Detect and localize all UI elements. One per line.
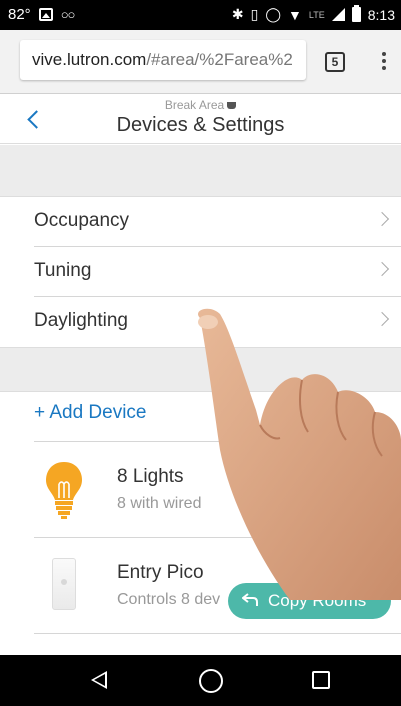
tab-switcher-button[interactable]: 5: [325, 52, 345, 72]
browser-toolbar: vive.lutron.com/#area/%2Farea%2 5: [0, 30, 401, 94]
image-notification-icon: [38, 8, 53, 21]
copy-rooms-label: Copy Rooms: [268, 591, 367, 610]
settings-item-label: Daylighting: [34, 310, 128, 331]
system-navigation-bar: [0, 655, 401, 706]
device-description: Controls 8 dev: [117, 591, 221, 608]
url-path: /#area/%2Farea%2: [146, 50, 293, 69]
browser-menu-icon[interactable]: [376, 52, 392, 74]
address-bar[interactable]: vive.lutron.com/#area/%2Farea%2: [20, 40, 306, 80]
vibrate-icon: ▯: [250, 6, 259, 22]
copy-rooms-button[interactable]: Copy Rooms: [228, 583, 391, 619]
bluetooth-icon: ✱: [231, 6, 244, 22]
device-item-lights[interactable]: 8 Lights 8 with wired: [0, 442, 401, 538]
voicemail-icon: ○○: [60, 7, 76, 22]
system-home-icon[interactable]: [199, 669, 223, 693]
settings-item-label: Occupancy: [34, 210, 130, 231]
status-bar: 82° ○○ ✱ ▯ ◯ ▼ LTE 8:13: [0, 0, 401, 30]
area-name: Break Area: [164, 98, 225, 112]
cell-signal-icon: [331, 8, 345, 21]
wifi-icon: ▼: [288, 6, 302, 23]
page-title: Devices & Settings: [116, 114, 285, 136]
coffee-cup-icon: [227, 102, 237, 109]
device-description: 8 with wired: [117, 495, 202, 512]
chevron-right-icon: [374, 211, 390, 227]
settings-list: Occupancy Tuning Daylighting: [0, 197, 401, 347]
clock: 8:13: [367, 6, 395, 23]
area-subtitle: Break Area: [0, 98, 401, 112]
pico-remote-icon: [52, 558, 76, 610]
alarm-icon: ◯: [265, 6, 282, 22]
device-name: Entry Pico: [117, 562, 204, 583]
return-arrow-icon: [242, 593, 258, 606]
settings-item-daylighting[interactable]: Daylighting: [34, 297, 401, 347]
network-type-indicator: LTE: [308, 9, 325, 20]
chevron-right-icon: [374, 311, 390, 327]
section-spacer: [0, 347, 401, 392]
temperature-indicator: 82°: [8, 6, 31, 23]
settings-item-occupancy[interactable]: Occupancy: [34, 197, 401, 247]
url-host: vive.lutron.com: [32, 50, 147, 69]
settings-item-label: Tuning: [34, 260, 92, 281]
device-name: 8 Lights: [117, 466, 184, 487]
battery-icon: [351, 5, 361, 22]
settings-item-tuning[interactable]: Tuning: [34, 247, 401, 297]
system-recents-icon[interactable]: [312, 671, 330, 689]
chevron-right-icon: [374, 261, 390, 277]
divider: [34, 633, 401, 634]
section-spacer: [0, 145, 401, 197]
system-back-icon[interactable]: [91, 671, 107, 689]
page-header: Break Area Devices & Settings: [0, 94, 401, 144]
add-device-button[interactable]: + Add Device: [34, 402, 147, 424]
light-bulb-icon: [46, 462, 82, 519]
